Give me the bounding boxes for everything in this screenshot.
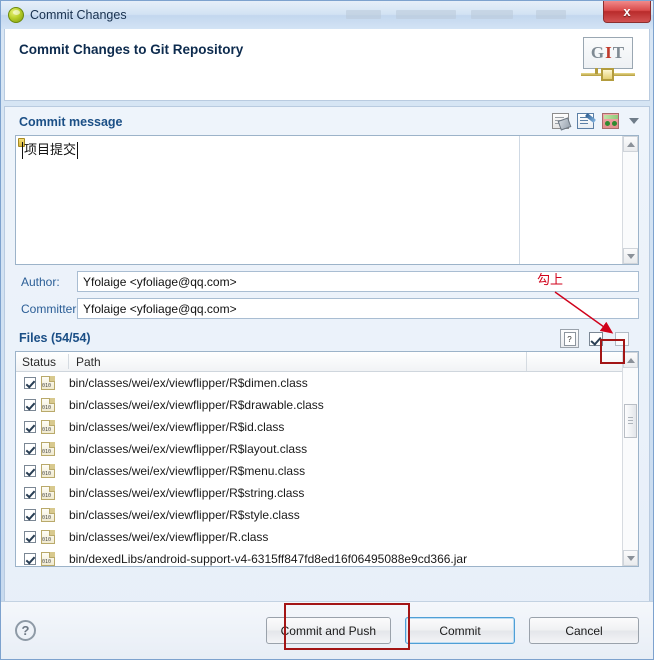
files-table: Status Path bin/classes/wei/ex/viewflipp… — [15, 351, 639, 567]
row-path-label: bin/classes/wei/ex/viewflipper/R$string.… — [69, 486, 305, 500]
row-path-label: bin/classes/wei/ex/viewflipper/R$dimen.c… — [69, 376, 308, 390]
files-row-list: bin/classes/wei/ex/viewflipper/R$dimen.c… — [16, 372, 622, 566]
row-path-label: bin/classes/wei/ex/viewflipper/R.class — [69, 530, 269, 544]
chevron-up-icon — [626, 357, 635, 363]
table-row[interactable]: bin/classes/wei/ex/viewflipper/R$menu.cl… — [16, 460, 622, 482]
commit-and-push-button[interactable]: Commit and Push — [265, 617, 391, 644]
git-logo-letter-g: G — [590, 43, 606, 62]
row-path-label: bin/classes/wei/ex/viewflipper/R$layout.… — [69, 442, 308, 456]
chevron-down-icon — [626, 253, 635, 259]
committer-input[interactable]: Yfolaige <yfoliage@qq.com> — [77, 298, 639, 319]
row-path-label: bin/classes/wei/ex/viewflipper/R$drawabl… — [69, 398, 324, 412]
commit-message-editor[interactable]: 项目提交 — [15, 135, 639, 265]
row-path-label: bin/classes/wei/ex/viewflipper/R$id.clas… — [69, 420, 285, 434]
table-row[interactable]: bin/classes/wei/ex/viewflipper/R$string.… — [16, 482, 622, 504]
scroll-track[interactable] — [623, 152, 638, 248]
git-logo-letter-t: T — [612, 43, 626, 62]
select-all-button[interactable] — [586, 329, 605, 348]
add-author-icon[interactable] — [602, 113, 619, 129]
show-untracked-help-icon[interactable]: ? — [560, 329, 579, 348]
help-icon[interactable]: ? — [15, 620, 36, 641]
row-checkbox[interactable] — [24, 487, 36, 499]
cancel-button[interactable]: Cancel — [529, 617, 639, 644]
binary-file-icon — [41, 530, 55, 544]
files-toolbar: ? — [560, 329, 631, 348]
scroll-up-button[interactable] — [623, 352, 638, 368]
git-commit-icon — [8, 7, 24, 23]
table-row[interactable]: bin/dexedLibs/android-support-v4-6315ff8… — [16, 548, 622, 566]
binary-file-icon — [41, 508, 55, 522]
binary-file-icon — [41, 464, 55, 478]
binary-file-icon — [41, 420, 55, 434]
row-path-label: bin/classes/wei/ex/viewflipper/R$style.c… — [69, 508, 300, 522]
dialog-content: Commit message 项目提交 Author: Yfolaige <yf… — [4, 106, 650, 627]
binary-file-icon — [41, 398, 55, 412]
page-title: Commit Changes to Git Repository — [19, 42, 244, 57]
files-table-header: Status Path — [16, 352, 622, 372]
scroll-down-button[interactable] — [623, 550, 638, 566]
chevron-down-icon — [626, 555, 635, 561]
table-row[interactable]: bin/classes/wei/ex/viewflipper/R$style.c… — [16, 504, 622, 526]
close-button[interactable]: x — [603, 1, 651, 23]
checked-checkbox-icon — [588, 331, 603, 346]
dialog-footer: ? Commit and Push Commit Cancel — [1, 601, 653, 659]
commit-message-label: Commit message — [19, 115, 123, 129]
chevron-up-icon — [626, 141, 635, 147]
sign-commit-icon[interactable] — [577, 113, 594, 129]
footer-button-group: Commit and Push Commit Cancel — [265, 617, 639, 644]
row-checkbox[interactable] — [24, 399, 36, 411]
scroll-up-button[interactable] — [623, 136, 638, 152]
chevron-down-icon[interactable] — [629, 118, 639, 124]
table-row[interactable]: bin/classes/wei/ex/viewflipper/R$id.clas… — [16, 416, 622, 438]
title-bar-ghost-artifacts — [321, 1, 593, 29]
deselect-all-button[interactable] — [612, 329, 631, 348]
empty-checkbox-icon — [614, 331, 629, 346]
dialog-header: Commit Changes to Git Repository GIT — [4, 29, 650, 101]
author-label: Author: — [21, 274, 60, 289]
window-title: Commit Changes — [30, 8, 127, 22]
binary-file-icon — [41, 552, 55, 566]
git-logo-icon: GIT — [581, 37, 635, 87]
scroll-thumb[interactable] — [624, 404, 637, 438]
files-table-body-wrap: Status Path bin/classes/wei/ex/viewflipp… — [16, 352, 622, 566]
insert-signed-off-icon[interactable] — [552, 113, 569, 129]
committer-label: Committer: — [21, 301, 80, 316]
commit-message-scrollbar[interactable] — [622, 136, 638, 264]
title-bar: Commit Changes x — [1, 1, 653, 29]
git-logo-letter-i: I — [605, 43, 613, 62]
row-checkbox[interactable] — [24, 421, 36, 433]
commit-button[interactable]: Commit — [405, 617, 515, 644]
table-row[interactable]: bin/classes/wei/ex/viewflipper/R$dimen.c… — [16, 372, 622, 394]
committer-row: Committer: Yfolaige <yfoliage@qq.com> — [15, 298, 639, 319]
row-checkbox[interactable] — [24, 465, 36, 477]
commit-message-toolbar — [552, 113, 639, 129]
commit-message-text-area[interactable]: 项目提交 — [16, 136, 519, 264]
row-checkbox[interactable] — [24, 443, 36, 455]
column-header-status[interactable]: Status — [16, 355, 62, 369]
annotation-check-it-text: 勾上 — [537, 273, 564, 288]
row-path-label: bin/classes/wei/ex/viewflipper/R$menu.cl… — [69, 464, 306, 478]
binary-file-icon — [41, 376, 55, 390]
commit-message-right-margin — [520, 136, 622, 264]
binary-file-icon — [41, 442, 55, 456]
scroll-track[interactable] — [623, 368, 638, 550]
binary-file-icon — [41, 486, 55, 500]
row-checkbox[interactable] — [24, 509, 36, 521]
help-glyph: ? — [563, 331, 576, 346]
table-row[interactable]: bin/classes/wei/ex/viewflipper/R.class — [16, 526, 622, 548]
commit-message-input[interactable]: 项目提交 — [22, 142, 79, 159]
files-scrollbar[interactable] — [622, 352, 638, 566]
table-row[interactable]: bin/classes/wei/ex/viewflipper/R$layout.… — [16, 438, 622, 460]
row-checkbox[interactable] — [24, 531, 36, 543]
table-row[interactable]: bin/classes/wei/ex/viewflipper/R$drawabl… — [16, 394, 622, 416]
row-path-label: bin/dexedLibs/android-support-v4-6315ff8… — [69, 552, 468, 566]
files-section-label: Files (54/54) — [19, 331, 91, 345]
row-checkbox[interactable] — [24, 377, 36, 389]
scroll-down-button[interactable] — [623, 248, 638, 264]
commit-changes-dialog: Commit Changes x Commit Changes to Git R… — [0, 0, 654, 660]
row-checkbox[interactable] — [24, 553, 36, 565]
